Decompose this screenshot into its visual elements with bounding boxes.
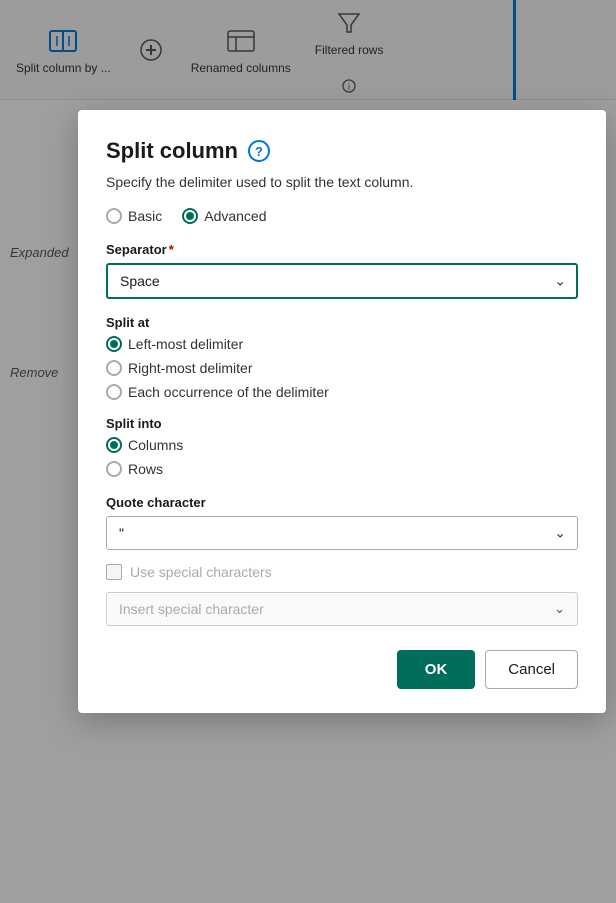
quote-character-label: Quote character [106, 495, 578, 510]
right-most-radio[interactable] [106, 360, 122, 376]
required-star: * [169, 242, 174, 257]
basic-radio[interactable] [106, 208, 122, 224]
use-special-chars-row: Use special characters [106, 564, 578, 580]
separator-label: Separator* [106, 242, 578, 257]
modal-subtitle: Specify the delimiter used to split the … [106, 174, 578, 190]
left-most-radio-label[interactable]: Left-most delimiter [106, 336, 578, 352]
modal-title: Split column [106, 138, 238, 164]
mode-radio-group: Basic Advanced [106, 208, 578, 224]
split-into-section: Split into Columns Rows [106, 416, 578, 477]
quote-character-section: Quote character " ⌄ [106, 495, 578, 550]
split-into-radio-group: Columns Rows [106, 437, 578, 477]
quote-character-dropdown[interactable]: " ⌄ [106, 516, 578, 550]
help-icon[interactable]: ? [248, 140, 270, 162]
each-occurrence-label: Each occurrence of the delimiter [128, 384, 329, 400]
left-most-radio[interactable] [106, 336, 122, 352]
right-most-radio-label[interactable]: Right-most delimiter [106, 360, 578, 376]
separator-dropdown[interactable]: Space Comma Tab Colon Semicolon Custom [106, 263, 578, 299]
left-most-label: Left-most delimiter [128, 336, 243, 352]
basic-label: Basic [128, 208, 162, 224]
ok-button[interactable]: OK [397, 650, 476, 689]
split-at-radio-group: Left-most delimiter Right-most delimiter… [106, 336, 578, 400]
rows-radio-label[interactable]: Rows [106, 461, 578, 477]
rows-radio[interactable] [106, 461, 122, 477]
rows-label: Rows [128, 461, 163, 477]
columns-radio[interactable] [106, 437, 122, 453]
insert-special-char-label: Insert special character [119, 601, 546, 617]
each-occurrence-radio[interactable] [106, 384, 122, 400]
separator-dropdown-wrapper: Space Comma Tab Colon Semicolon Custom ⌄ [106, 263, 578, 299]
each-occurrence-radio-label[interactable]: Each occurrence of the delimiter [106, 384, 578, 400]
split-at-label: Split at [106, 315, 578, 330]
quote-character-dropdown-wrapper: " ⌄ [106, 516, 578, 550]
insert-special-char-arrow: ⌄ [554, 601, 565, 617]
advanced-radio-label[interactable]: Advanced [182, 208, 266, 224]
basic-radio-label[interactable]: Basic [106, 208, 162, 224]
use-special-chars-label: Use special characters [130, 564, 272, 580]
right-most-label: Right-most delimiter [128, 360, 252, 376]
columns-label: Columns [128, 437, 183, 453]
quote-dropdown-arrow: ⌄ [554, 525, 566, 542]
cancel-button[interactable]: Cancel [485, 650, 578, 689]
advanced-radio[interactable] [182, 208, 198, 224]
columns-radio-label[interactable]: Columns [106, 437, 578, 453]
use-special-chars-checkbox[interactable] [106, 564, 122, 580]
split-column-modal: Split column ? Specify the delimiter use… [78, 110, 606, 713]
modal-footer: OK Cancel [106, 650, 578, 689]
modal-title-row: Split column ? [106, 138, 578, 164]
insert-special-char-row[interactable]: Insert special character ⌄ [106, 592, 578, 626]
quote-character-value: " [119, 525, 124, 541]
split-at-section: Split at Left-most delimiter Right-most … [106, 315, 578, 400]
split-into-label: Split into [106, 416, 578, 431]
advanced-label: Advanced [204, 208, 266, 224]
